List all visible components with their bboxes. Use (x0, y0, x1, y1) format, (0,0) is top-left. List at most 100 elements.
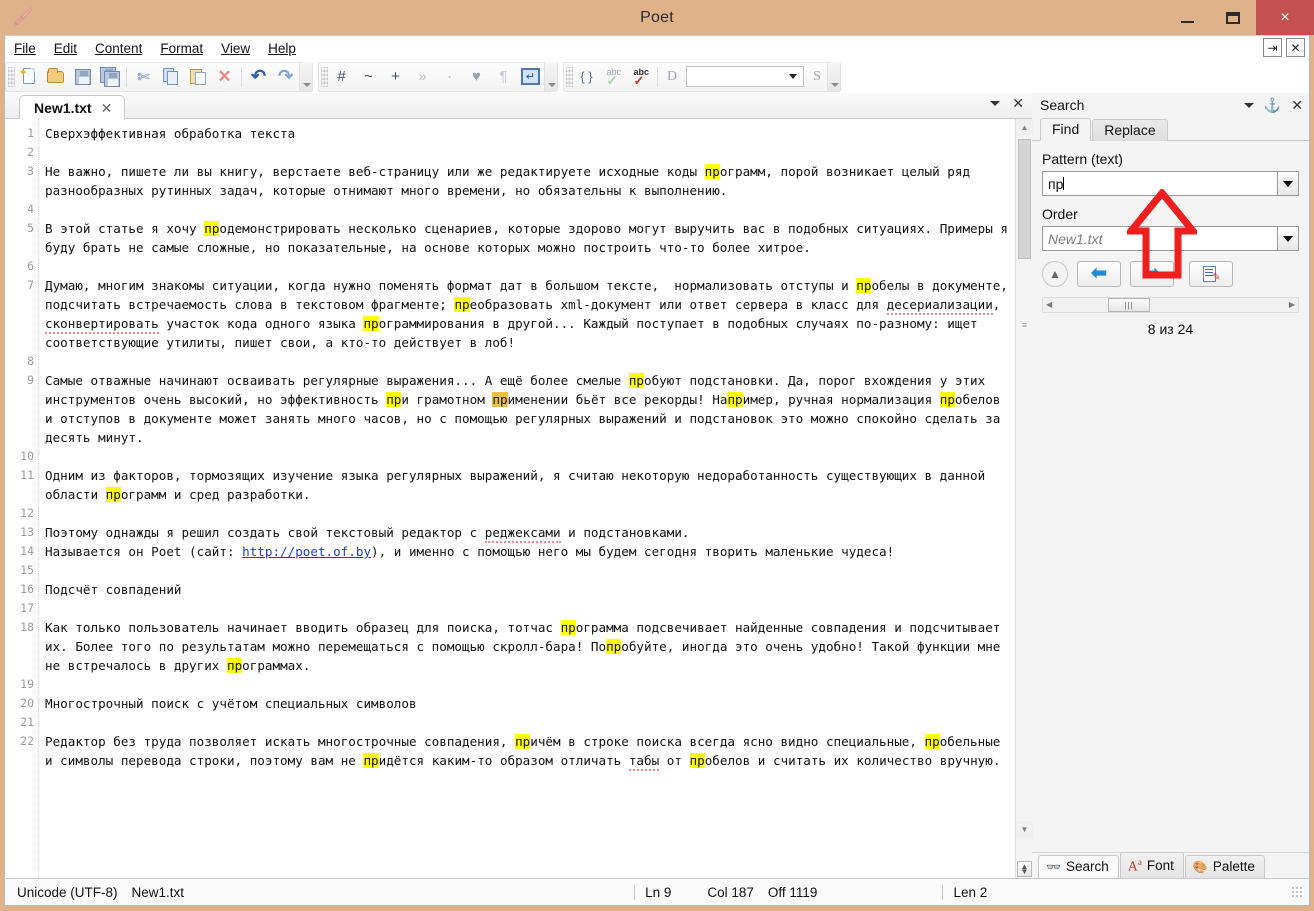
resize-grip[interactable] (1291, 886, 1303, 898)
order-dropdown-button[interactable] (1277, 226, 1299, 251)
toolbar-grip[interactable] (566, 66, 573, 87)
line-number: 7 (27, 278, 34, 292)
scrollbar-marks: ≡ (1021, 320, 1028, 330)
editor-line: Многострочный поиск с учётом специальных… (45, 694, 1009, 713)
search-match: пр (386, 392, 402, 407)
font-icon: Aa (1127, 857, 1142, 875)
line-number: 15 (20, 563, 34, 577)
toolbar-overflow-button[interactable] (544, 61, 557, 92)
editor-vertical-scrollbar[interactable]: ▲ ≡ ▼ ▲ ▼ (1015, 119, 1033, 878)
text-run: Самые отважные начинают осваивать регуля… (45, 373, 629, 388)
status-bar: Unicode (UTF-8) New1.txt Ln 9 Col 187 Of… (4, 878, 1310, 906)
scroll-left-arrow-icon[interactable]: ◀ (1046, 300, 1052, 309)
menu-help[interactable]: Help (259, 38, 305, 59)
toolbar-overflow-button[interactable] (299, 61, 312, 92)
paste-icon[interactable] (184, 63, 211, 90)
status-length: Len 2 (953, 884, 988, 900)
menu-edit[interactable]: Edit (45, 38, 86, 59)
dot-icon[interactable]: · (436, 63, 463, 90)
panel-menu-icon[interactable] (1243, 102, 1254, 108)
bottom-tab-search[interactable]: 👓 Search (1038, 855, 1119, 878)
match-scrollbar-thumb[interactable]: ||| (1108, 298, 1150, 312)
dictionary-combo[interactable] (686, 66, 805, 87)
search-match: пр (606, 639, 622, 654)
heart-icon[interactable]: ♥ (463, 63, 490, 90)
search-match: пр (363, 316, 379, 331)
scroll-split-button[interactable]: ▲ ▼ (1017, 861, 1032, 877)
toolbar-grip[interactable] (321, 66, 328, 87)
line-number: 20 (20, 696, 34, 710)
copy-icon[interactable] (157, 63, 184, 90)
editor-line: Подсчёт совпадений (45, 580, 1009, 599)
delete-icon[interactable]: ✕ (211, 63, 238, 90)
menu-view-label: View (221, 40, 251, 56)
window-controls: × (1164, 0, 1314, 35)
line-number (5, 751, 34, 770)
search-match: пр (515, 734, 531, 749)
maximize-button[interactable] (1210, 0, 1256, 35)
close-button[interactable]: × (1256, 0, 1314, 35)
toolbar-overflow-button[interactable] (826, 61, 840, 92)
line-number (5, 314, 34, 333)
bottom-tab-font[interactable]: Aa Font (1119, 852, 1184, 878)
toolbar-grip[interactable] (8, 66, 15, 87)
pin-icon[interactable]: ⚓ (1264, 97, 1281, 114)
scrollbar-thumb[interactable] (1018, 139, 1031, 259)
menu-view[interactable]: View (212, 38, 259, 59)
save-all-icon[interactable] (96, 63, 123, 90)
editor-line: Называется он Poet (сайт: http://poet.of… (45, 542, 1009, 561)
document-tab-new1[interactable]: New1.txt ✕ (19, 95, 126, 120)
tilde-icon[interactable]: ~ (355, 63, 382, 90)
line-number: 10 (20, 449, 34, 463)
menu-content-label: Content (95, 40, 143, 56)
cut-icon[interactable]: ✄ (130, 63, 157, 90)
pilcrow-icon[interactable]: ¶ (490, 63, 517, 90)
save-icon[interactable] (69, 63, 96, 90)
spellcheck-error-icon[interactable]: abc ✓ (627, 63, 654, 90)
menu-format[interactable]: Format (151, 38, 212, 59)
hash-icon[interactable]: # (328, 63, 355, 90)
plus-icon[interactable]: + (382, 63, 409, 90)
tab-find[interactable]: Find (1040, 118, 1092, 141)
menu-content[interactable]: Content (86, 38, 151, 59)
undo-icon[interactable]: ↶ (245, 63, 272, 90)
scroll-right-arrow-icon[interactable]: ▶ (1289, 300, 1295, 309)
menu-file[interactable]: File (5, 38, 45, 59)
scroll-down-arrow-icon[interactable]: ▼ (1016, 821, 1033, 838)
spellcheck-ok-icon[interactable]: abc ✓ (600, 63, 627, 90)
close-document-icon[interactable]: ✕ (1286, 38, 1305, 57)
match-scrollbar[interactable]: ◀ ||| ▶ (1042, 297, 1299, 313)
text-editor-content[interactable]: Сверхэффективная обработка текста Не важ… (39, 119, 1015, 878)
collapse-button[interactable]: ▲ (1042, 261, 1068, 287)
restore-panel-icon[interactable]: ⇥ (1263, 38, 1282, 57)
search-match: пр (727, 392, 743, 407)
text-run: и грамотном (401, 392, 493, 407)
status-filename: New1.txt (131, 884, 185, 900)
tab-replace[interactable]: Replace (1092, 119, 1168, 141)
editor-body: 1 2 3 4 5 6 7 8 9 10 11 12 13 14 15 16 17 18 19 20 21 22 Свер… (5, 119, 1033, 878)
redo-icon[interactable]: ↷ (272, 63, 299, 90)
tabstrip-menu-icon[interactable] (990, 100, 1001, 106)
close-tab-icon[interactable]: ✕ (101, 100, 113, 117)
braces-icon[interactable]: { } (573, 63, 600, 90)
panel-close-icon[interactable]: ✕ (1291, 98, 1303, 112)
minimize-button[interactable] (1164, 0, 1210, 35)
spellcheck-word: сконвертировать (45, 316, 159, 334)
bottom-tab-palette[interactable]: 🎨 Palette (1184, 855, 1265, 878)
find-previous-button[interactable]: ⬅ (1077, 261, 1121, 287)
open-folder-icon[interactable] (42, 63, 69, 90)
text-run: В этой статье я хочу (45, 221, 205, 236)
pattern-dropdown-button[interactable] (1277, 171, 1299, 196)
hyperlink[interactable]: http://poet.of.by (242, 544, 371, 559)
double-angle-icon[interactable]: » (409, 63, 436, 90)
new-file-icon[interactable]: ✦ (15, 63, 42, 90)
tabstrip-close-icon[interactable]: ✕ (1012, 96, 1024, 110)
scroll-up-arrow-icon[interactable]: ▲ (1016, 119, 1033, 136)
line-number (5, 485, 34, 504)
text-run: Не важно, пишете ли вы книгу, верстаете … (45, 164, 705, 179)
line-number: 9 (27, 373, 34, 387)
enter-icon[interactable]: ↵ (517, 63, 544, 90)
